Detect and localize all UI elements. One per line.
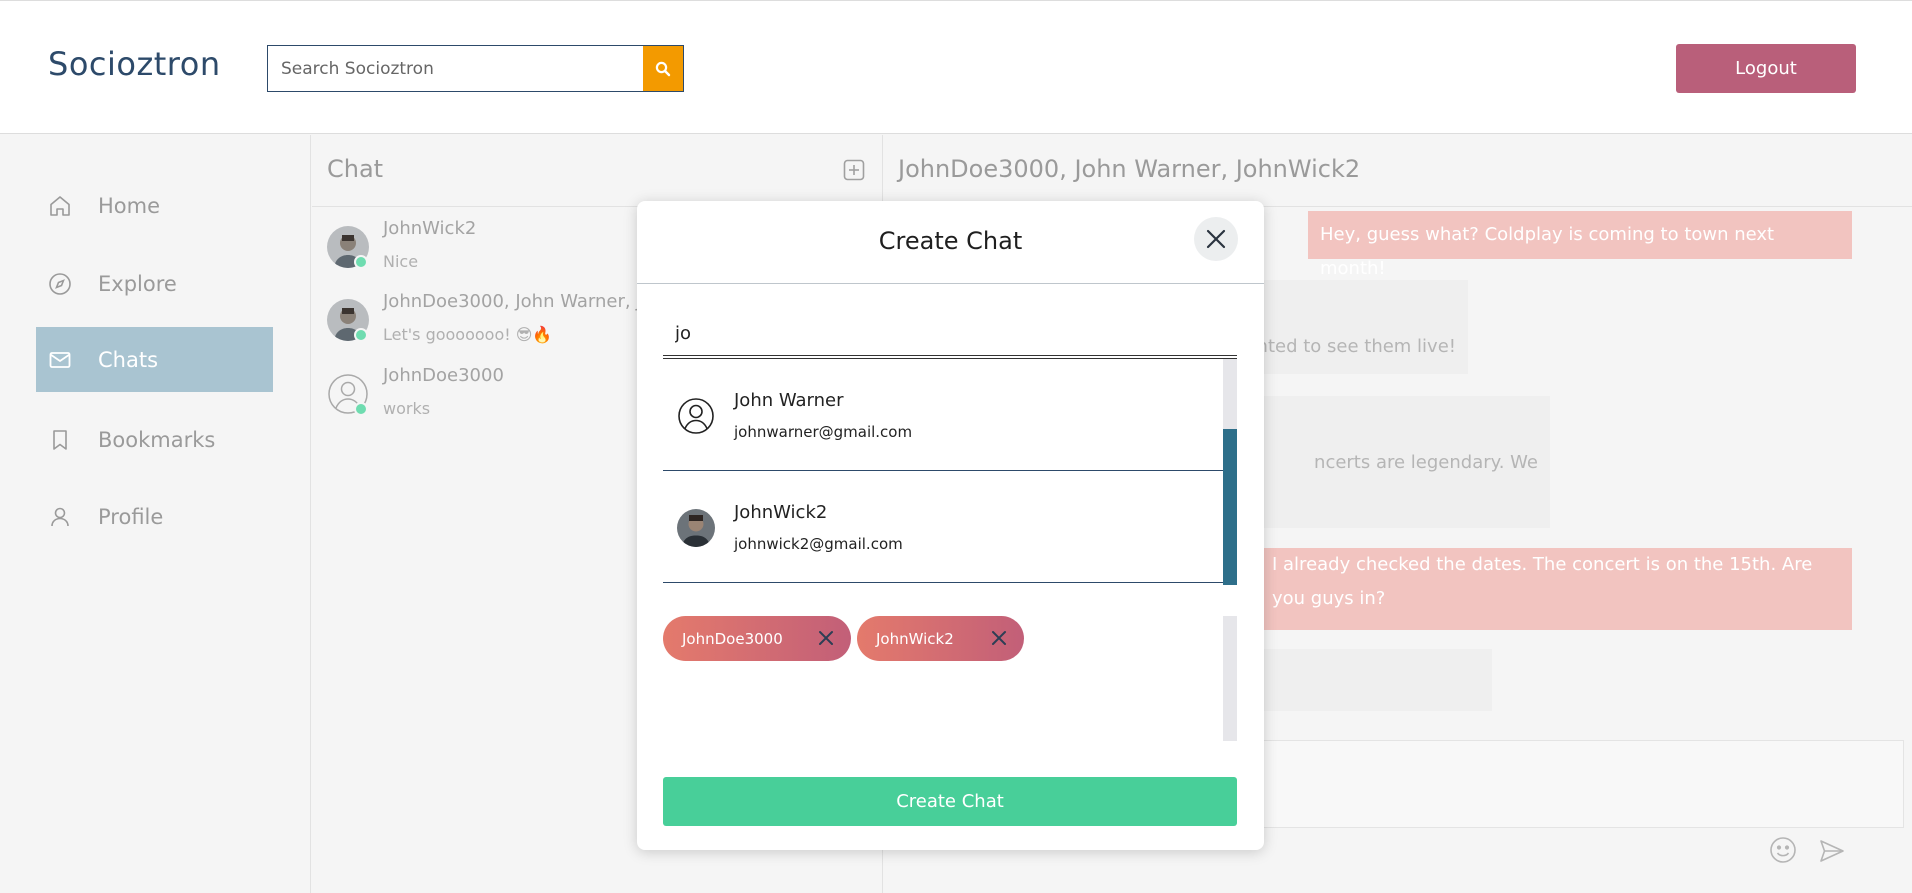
message-text: nted to see them live! [1256,336,1456,357]
conversation-header: JohnDoe3000, John Warner, JohnWick2 [884,135,1912,207]
user-search-input[interactable] [663,311,1237,356]
search-result-item[interactable]: John Warner johnwarner@gmail.com [663,359,1223,471]
online-status-dot [354,255,368,269]
chat-preview: Nice [383,252,419,271]
selected-users-scrollbar[interactable] [1223,616,1237,741]
search-results-list: John Warner johnwarner@gmail.com JohnWic… [663,358,1237,585]
emoji-icon[interactable] [1769,836,1797,864]
message-text: I already checked the dates. The concert… [1272,554,1813,575]
sidebar-item-label: Explore [98,271,177,296]
message-text: ncerts are legendary. We [1314,452,1538,473]
chip-label: JohnDoe3000 [682,629,783,648]
message-bubble-theirs [1228,649,1492,711]
search-result-item[interactable]: JohnWick2 johnwick2@gmail.com [663,471,1223,583]
sidebar-item-label: Bookmarks [98,427,216,452]
sidebar-item-bookmarks[interactable]: Bookmarks [36,407,273,472]
search-button[interactable] [643,46,683,91]
default-user-icon [677,397,715,435]
close-button[interactable] [1194,217,1238,261]
send-icon[interactable] [1819,838,1845,864]
chat-list-title: Chat [327,155,384,183]
chat-list-header: Chat [312,135,883,207]
conversation-title: JohnDoe3000, John Warner, JohnWick2 [898,155,1361,183]
message-bubble-mine: I already checked the dates. The concert… [1264,548,1852,630]
result-name: JohnWick2 [734,502,828,523]
home-icon [48,194,72,218]
message-bubble-mine: Hey, guess what? Coldplay is coming to t… [1308,211,1852,279]
sidebar-item-explore[interactable]: Explore [36,251,273,316]
online-status-dot [354,402,368,416]
sidebar-item-home[interactable]: Home [36,173,273,238]
results-scrollbar-thumb[interactable] [1223,429,1237,585]
sidebar-nav: Home Explore Chats Bookmarks Profile [0,135,311,893]
chat-preview: works [383,399,431,418]
sidebar-item-profile[interactable]: Profile [36,484,273,549]
selected-users-area: JohnDoe3000 JohnWick2 [663,616,1237,741]
app-logo[interactable]: Socioztron [48,45,221,83]
top-header: Socioztron Logout [0,0,1912,134]
chat-name: JohnWick2 [383,218,477,239]
avatar [677,509,715,547]
selected-user-chip: JohnWick2 [857,616,1024,661]
modal-title: Create Chat [878,227,1023,255]
modal-header: Create Chat [637,201,1264,284]
sidebar-item-chats[interactable]: Chats [36,327,273,392]
message-text: Hey, guess what? Coldplay is coming to t… [1320,224,1775,279]
message-bubble-theirs: ncerts are legendary. We [1228,396,1550,528]
mail-icon [48,348,72,372]
remove-icon[interactable] [817,629,835,647]
chat-name: JohnDoe3000 [383,365,504,386]
remove-icon[interactable] [990,629,1008,647]
create-chat-modal: Create Chat John Warner johnwarner@gmail… [637,201,1264,850]
create-chat-button[interactable]: Create Chat [663,777,1237,826]
logout-button[interactable]: Logout [1676,44,1856,93]
compass-icon [48,272,72,296]
bookmark-icon [48,428,72,452]
selected-user-chip: JohnDoe3000 [663,616,851,661]
result-email: johnwarner@gmail.com [734,423,913,441]
search-bar [267,45,684,92]
search-input[interactable] [268,46,643,91]
chip-label: JohnWick2 [876,629,954,648]
user-icon [48,505,72,529]
result-name: John Warner [734,390,844,411]
chat-name: JohnDoe3000, John Warner, J [383,291,642,312]
search-icon [655,61,671,76]
sidebar-item-label: Chats [98,347,159,372]
chat-preview: Let's gooooooo! 😎🔥 [383,325,553,344]
add-chat-icon[interactable] [842,158,866,182]
online-status-dot [354,328,368,342]
close-icon [1206,229,1226,249]
message-bubble-theirs: nted to see them live! [1228,280,1468,374]
sidebar-item-label: Home [98,193,161,218]
sidebar-item-label: Profile [98,504,164,529]
message-text: you guys in? [1272,588,1386,609]
result-email: johnwick2@gmail.com [734,535,903,553]
